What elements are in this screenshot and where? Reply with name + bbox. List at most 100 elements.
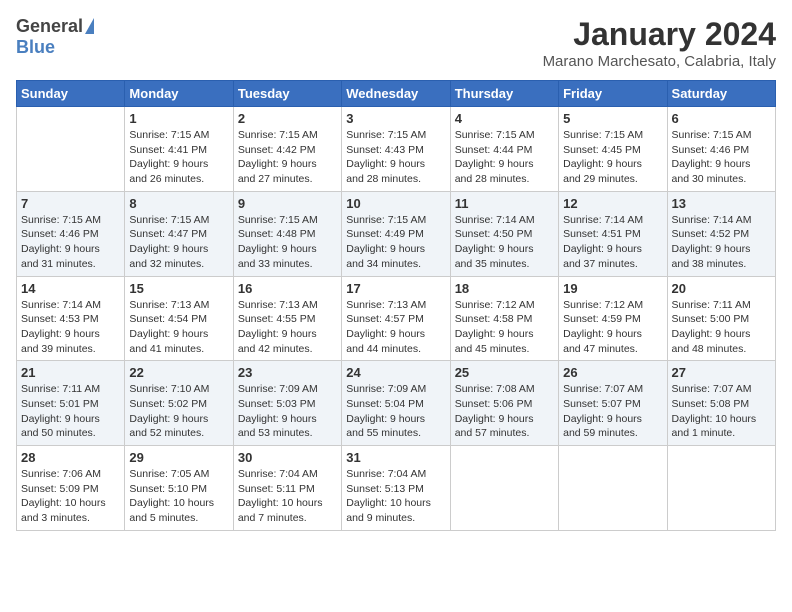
day-number: 11 bbox=[455, 196, 554, 211]
day-number: 29 bbox=[129, 450, 228, 465]
day-number: 16 bbox=[238, 281, 337, 296]
day-info: Sunrise: 7:15 AMSunset: 4:41 PMDaylight:… bbox=[129, 128, 228, 187]
calendar-cell: 6 Sunrise: 7:15 AMSunset: 4:46 PMDaylight… bbox=[667, 107, 775, 192]
calendar-cell: 11 Sunrise: 7:14 AMSunset: 4:50 PMDayligh… bbox=[450, 191, 558, 276]
day-number: 19 bbox=[563, 281, 662, 296]
calendar-header: Sunday Monday Tuesday Wednesday Thursday… bbox=[17, 81, 776, 107]
day-number: 17 bbox=[346, 281, 445, 296]
col-monday: Monday bbox=[125, 81, 233, 107]
calendar-cell: 29 Sunrise: 7:05 AMSunset: 5:10 PMDayligh… bbox=[125, 446, 233, 531]
calendar-week-5: 28 Sunrise: 7:06 AMSunset: 5:09 PMDayligh… bbox=[17, 446, 776, 531]
day-number: 27 bbox=[672, 365, 771, 380]
calendar-week-1: 1Sunrise: 7:15 AMSunset: 4:41 PMDaylight… bbox=[17, 107, 776, 192]
calendar-cell: 13 Sunrise: 7:14 AMSunset: 4:52 PMDayligh… bbox=[667, 191, 775, 276]
day-info: Sunrise: 7:15 AMSunset: 4:44 PMDaylight:… bbox=[455, 128, 554, 187]
calendar-cell: 28 Sunrise: 7:06 AMSunset: 5:09 PMDayligh… bbox=[17, 446, 125, 531]
calendar-cell: 5Sunrise: 7:15 AMSunset: 4:45 PMDaylight… bbox=[559, 107, 667, 192]
page-container: General Blue January 2024 Marano Marches… bbox=[0, 0, 792, 541]
logo: General Blue bbox=[16, 16, 94, 58]
day-info: Sunrise: 7:12 AMSunset: 4:58 PMDaylight:… bbox=[455, 298, 554, 357]
day-info: Sunrise: 7:15 AMSunset: 4:48 PMDaylight:… bbox=[238, 213, 337, 272]
day-number: 2 bbox=[238, 111, 337, 126]
calendar-cell: 12 Sunrise: 7:14 AMSunset: 4:51 PMDayligh… bbox=[559, 191, 667, 276]
calendar-cell: 30Sunrise: 7:04 AMSunset: 5:11 PMDayligh… bbox=[233, 446, 341, 531]
day-info: Sunrise: 7:05 AMSunset: 5:10 PMDaylight:… bbox=[129, 467, 228, 526]
day-info: Sunrise: 7:15 AMSunset: 4:42 PMDaylight:… bbox=[238, 128, 337, 187]
calendar-cell: 19 Sunrise: 7:12 AMSunset: 4:59 PMDayligh… bbox=[559, 276, 667, 361]
day-number: 23 bbox=[238, 365, 337, 380]
calendar-cell: 26Sunrise: 7:07 AMSunset: 5:07 PMDayligh… bbox=[559, 361, 667, 446]
day-number: 30 bbox=[238, 450, 337, 465]
day-number: 25 bbox=[455, 365, 554, 380]
day-info: Sunrise: 7:14 AMSunset: 4:53 PMDaylight:… bbox=[21, 298, 120, 357]
day-number: 31 bbox=[346, 450, 445, 465]
day-info: Sunrise: 7:09 AMSunset: 5:04 PMDaylight:… bbox=[346, 382, 445, 441]
day-number: 3 bbox=[346, 111, 445, 126]
col-sunday: Sunday bbox=[17, 81, 125, 107]
day-info: Sunrise: 7:09 AMSunset: 5:03 PMDaylight:… bbox=[238, 382, 337, 441]
calendar-cell: 17Sunrise: 7:13 AMSunset: 4:57 PMDayligh… bbox=[342, 276, 450, 361]
calendar-table: Sunday Monday Tuesday Wednesday Thursday… bbox=[16, 80, 776, 531]
calendar-cell: 27 Sunrise: 7:07 AMSunset: 5:08 PMDayligh… bbox=[667, 361, 775, 446]
day-number: 8 bbox=[129, 196, 228, 211]
day-number: 6 bbox=[672, 111, 771, 126]
calendar-cell: 14Sunrise: 7:14 AMSunset: 4:53 PMDayligh… bbox=[17, 276, 125, 361]
calendar-body: 1Sunrise: 7:15 AMSunset: 4:41 PMDaylight… bbox=[17, 107, 776, 531]
calendar-cell: 2 Sunrise: 7:15 AMSunset: 4:42 PMDaylight… bbox=[233, 107, 341, 192]
calendar-cell: 3 Sunrise: 7:15 AMSunset: 4:43 PMDaylight… bbox=[342, 107, 450, 192]
day-number: 20 bbox=[672, 281, 771, 296]
calendar-cell bbox=[450, 446, 558, 531]
calendar-cell: 25 Sunrise: 7:08 AMSunset: 5:06 PMDayligh… bbox=[450, 361, 558, 446]
col-saturday: Saturday bbox=[667, 81, 775, 107]
calendar-week-2: 7 Sunrise: 7:15 AMSunset: 4:46 PMDaylight… bbox=[17, 191, 776, 276]
day-info: Sunrise: 7:15 AMSunset: 4:47 PMDaylight:… bbox=[129, 213, 228, 272]
day-number: 28 bbox=[21, 450, 120, 465]
page-subtitle: Marano Marchesato, Calabria, Italy bbox=[543, 53, 776, 70]
day-info: Sunrise: 7:06 AMSunset: 5:09 PMDaylight:… bbox=[21, 467, 120, 526]
day-number: 4 bbox=[455, 111, 554, 126]
day-info: Sunrise: 7:14 AMSunset: 4:51 PMDaylight:… bbox=[563, 213, 662, 272]
day-info: Sunrise: 7:12 AMSunset: 4:59 PMDaylight:… bbox=[563, 298, 662, 357]
calendar-cell: 8 Sunrise: 7:15 AMSunset: 4:47 PMDaylight… bbox=[125, 191, 233, 276]
col-thursday: Thursday bbox=[450, 81, 558, 107]
title-block: January 2024 Marano Marchesato, Calabria… bbox=[543, 16, 776, 70]
col-friday: Friday bbox=[559, 81, 667, 107]
calendar-cell: 1Sunrise: 7:15 AMSunset: 4:41 PMDaylight… bbox=[125, 107, 233, 192]
day-number: 10 bbox=[346, 196, 445, 211]
day-info: Sunrise: 7:15 AMSunset: 4:46 PMDaylight:… bbox=[672, 128, 771, 187]
day-number: 5 bbox=[563, 111, 662, 126]
day-info: Sunrise: 7:08 AMSunset: 5:06 PMDaylight:… bbox=[455, 382, 554, 441]
calendar-cell: 15 Sunrise: 7:13 AMSunset: 4:54 PMDayligh… bbox=[125, 276, 233, 361]
calendar-week-3: 14Sunrise: 7:14 AMSunset: 4:53 PMDayligh… bbox=[17, 276, 776, 361]
calendar-cell: 7 Sunrise: 7:15 AMSunset: 4:46 PMDaylight… bbox=[17, 191, 125, 276]
calendar-cell: 9 Sunrise: 7:15 AMSunset: 4:48 PMDaylight… bbox=[233, 191, 341, 276]
calendar-cell: 23 Sunrise: 7:09 AMSunset: 5:03 PMDayligh… bbox=[233, 361, 341, 446]
calendar-cell: 21Sunrise: 7:11 AMSunset: 5:01 PMDayligh… bbox=[17, 361, 125, 446]
col-wednesday: Wednesday bbox=[342, 81, 450, 107]
page-title: January 2024 bbox=[543, 16, 776, 53]
day-info: Sunrise: 7:13 AMSunset: 4:55 PMDaylight:… bbox=[238, 298, 337, 357]
day-info: Sunrise: 7:13 AMSunset: 4:54 PMDaylight:… bbox=[129, 298, 228, 357]
day-number: 15 bbox=[129, 281, 228, 296]
day-info: Sunrise: 7:14 AMSunset: 4:50 PMDaylight:… bbox=[455, 213, 554, 272]
day-info: Sunrise: 7:15 AMSunset: 4:46 PMDaylight:… bbox=[21, 213, 120, 272]
calendar-cell: 4 Sunrise: 7:15 AMSunset: 4:44 PMDaylight… bbox=[450, 107, 558, 192]
day-number: 18 bbox=[455, 281, 554, 296]
day-info: Sunrise: 7:10 AMSunset: 5:02 PMDaylight:… bbox=[129, 382, 228, 441]
day-info: Sunrise: 7:04 AMSunset: 5:13 PMDaylight:… bbox=[346, 467, 445, 526]
calendar-cell: 20Sunrise: 7:11 AMSunset: 5:00 PMDayligh… bbox=[667, 276, 775, 361]
calendar-week-4: 21Sunrise: 7:11 AMSunset: 5:01 PMDayligh… bbox=[17, 361, 776, 446]
day-number: 12 bbox=[563, 196, 662, 211]
day-info: Sunrise: 7:15 AMSunset: 4:43 PMDaylight:… bbox=[346, 128, 445, 187]
logo-general-text: General bbox=[16, 16, 83, 37]
calendar-cell bbox=[17, 107, 125, 192]
day-number: 13 bbox=[672, 196, 771, 211]
day-info: Sunrise: 7:07 AMSunset: 5:07 PMDaylight:… bbox=[563, 382, 662, 441]
header: General Blue January 2024 Marano Marches… bbox=[16, 16, 776, 70]
calendar-cell: 16 Sunrise: 7:13 AMSunset: 4:55 PMDayligh… bbox=[233, 276, 341, 361]
day-number: 7 bbox=[21, 196, 120, 211]
calendar-cell: 24Sunrise: 7:09 AMSunset: 5:04 PMDayligh… bbox=[342, 361, 450, 446]
day-info: Sunrise: 7:14 AMSunset: 4:52 PMDaylight:… bbox=[672, 213, 771, 272]
day-number: 9 bbox=[238, 196, 337, 211]
day-info: Sunrise: 7:07 AMSunset: 5:08 PMDaylight:… bbox=[672, 382, 771, 441]
